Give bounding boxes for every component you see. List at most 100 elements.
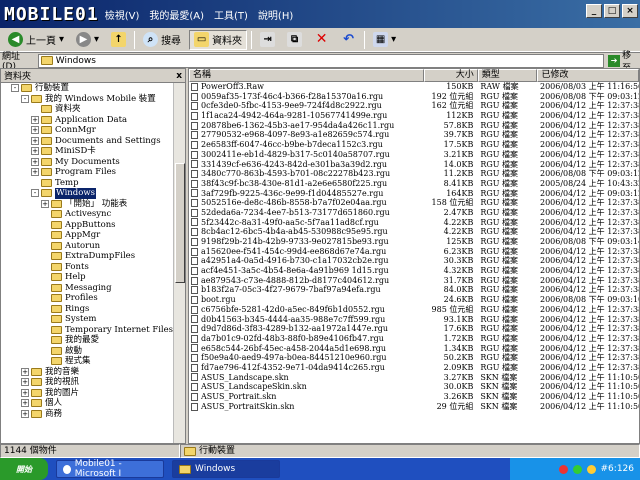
back-button[interactable]: ◀ 上一頁 ▾ <box>4 30 68 50</box>
folders-button[interactable]: ▭ 資料夾 <box>189 29 248 50</box>
tree-item[interactable]: Rings <box>1 304 185 315</box>
file-row[interactable]: 8cb4ac12-6bc5-4b4a-ab45-530988c95e95.rgu… <box>189 227 639 237</box>
file-row[interactable]: b183f2a7-05c3-4f27-9679-7baf97a94efa.rgu… <box>189 285 639 295</box>
file-row[interactable]: 1f1aca24-4942-464a-9281-10567741499e.rgu… <box>189 111 639 121</box>
file-row[interactable]: boot.rgu 24.6KB RGU 檔案 2006/08/08 下午 09:03:… <box>189 295 639 305</box>
delete-button[interactable]: ✕ <box>310 30 333 50</box>
tree-item[interactable]: Help <box>1 272 185 283</box>
taskbar-item-explorer[interactable]: Windows <box>172 460 280 478</box>
file-row[interactable]: 9198f29b-214b-42b9-9733-9e027815be93.rgu… <box>189 237 639 247</box>
close-button[interactable]: × <box>622 4 638 18</box>
tree-item[interactable]: Profiles <box>1 293 185 304</box>
address-field[interactable]: Windows <box>37 53 605 68</box>
file-row[interactable]: a15620ee-f541-454c-99d4-ee868d67e74a.rgu… <box>189 247 639 257</box>
tree-item[interactable]: - 我的 Windows Mobile 裝置 <box>1 94 185 105</box>
file-row[interactable]: f50e9a40-aed9-497a-b0ea-84451210e960.rgu… <box>189 353 639 363</box>
expand-toggle-icon[interactable]: + <box>31 168 39 177</box>
file-row[interactable]: ASUS_Landscape.skn 3.27KB SKN 檔案 2006/04/12… <box>189 373 639 383</box>
file-row[interactable]: 3af729fb-9225-436c-9e99-f1d04485527e.rgu… <box>189 189 639 199</box>
tree-item[interactable]: ExtraDumpFiles <box>1 251 185 262</box>
menu-help[interactable]: 說明(H) <box>258 7 293 22</box>
expand-toggle-icon[interactable]: + <box>31 147 39 156</box>
tree-item[interactable]: + Documents and Settings <box>1 136 185 147</box>
search-button[interactable]: ⌕ 搜尋 <box>139 30 185 50</box>
collapse-toggle-icon[interactable]: - <box>11 84 19 93</box>
expand-toggle-icon[interactable]: + <box>21 388 29 397</box>
forward-button[interactable]: ▶ ▾ <box>72 30 103 50</box>
tree-item[interactable]: AppMgr <box>1 230 185 241</box>
menu-favorites[interactable]: 我的最愛(A) <box>149 7 204 22</box>
file-row[interactable]: PowerOff3.Raw 150KB RAW 檔案 2006/08/03 上午 11… <box>189 82 639 92</box>
file-row[interactable]: ASUS_PortraitSkin.skn 29 位元組 SKN 檔案 2006/04… <box>189 402 639 412</box>
maximize-button[interactable]: □ <box>604 4 620 18</box>
tree-item[interactable]: Fonts <box>1 262 185 273</box>
file-row[interactable]: 27790532-e968-4097-8e93-a1e82659c574.rgu… <box>189 130 639 140</box>
tree-item[interactable]: + ConnMgr <box>1 125 185 136</box>
chevron-down-icon[interactable]: ▾ <box>59 34 64 45</box>
tree-item[interactable]: AppButtons <box>1 220 185 231</box>
tree-item[interactable]: + 我的音樂 <box>1 367 185 378</box>
close-pane-button[interactable]: x <box>176 71 182 81</box>
file-row[interactable]: c6756bfe-5281-42d0-a5ec-849f6b1d0552.rgu… <box>189 305 639 315</box>
tree-item[interactable]: + MiniSD卡 <box>1 146 185 157</box>
clock[interactable]: #6:126 <box>601 464 634 474</box>
menu-view[interactable]: 檢視(V) <box>105 7 140 22</box>
tree-item[interactable]: + Application Data <box>1 115 185 126</box>
collapse-toggle-icon[interactable]: - <box>31 189 39 198</box>
file-row[interactable]: 331439cf-e636-4243-842d-e301ba3a39d2.rgu… <box>189 160 639 170</box>
file-row[interactable]: 0cfe3de0-5fbc-4153-9ee9-724f4d8c2922.rgu… <box>189 101 639 111</box>
tree-scrollbar[interactable] <box>173 83 185 443</box>
column-size[interactable]: 大小 <box>423 69 478 82</box>
tree-item[interactable]: Messaging <box>1 283 185 294</box>
expand-toggle-icon[interactable]: + <box>31 115 39 124</box>
views-button[interactable]: ▦ ▾ <box>369 30 400 50</box>
file-row[interactable]: ae879543-c73e-4888-812b-d8177c404612.rgu… <box>189 276 639 286</box>
tree-item[interactable]: + 我的圖片 <box>1 388 185 399</box>
tray-icon[interactable] <box>558 464 568 474</box>
file-row[interactable]: 52deda6a-7234-4ee7-b513-73177d651860.rgu… <box>189 208 639 218</box>
tree-item[interactable]: + 「開始」 功能表 <box>1 199 185 210</box>
tree-item[interactable]: + My Documents <box>1 157 185 168</box>
tree-item[interactable]: + Program Files <box>1 167 185 178</box>
file-row[interactable]: 3480c770-863b-4593-b701-08c22278b423.rgu… <box>189 169 639 179</box>
move-to-button[interactable]: ⇥ <box>256 30 279 50</box>
expand-toggle-icon[interactable]: + <box>21 367 29 376</box>
expand-toggle-icon[interactable]: + <box>31 157 39 166</box>
column-name[interactable]: 名稱 <box>189 69 424 82</box>
file-row[interactable]: d0b41563-b345-4444-aa35-988e7c7ff599.rgu… <box>189 315 639 325</box>
file-row[interactable]: d9d7d86d-3f83-4289-b132-aa1972a1447e.rgu… <box>189 324 639 334</box>
start-button[interactable]: 開始 <box>0 458 48 480</box>
expand-toggle-icon[interactable]: + <box>21 399 29 408</box>
chevron-down-icon[interactable]: ▾ <box>391 34 396 45</box>
file-row[interactable]: 0059af35-173f-46c4-b366-f28a15370a16.rgu… <box>189 92 639 102</box>
file-row[interactable]: 2e6583ff-6047-46cc-b9be-b7deca1152c3.rgu… <box>189 140 639 150</box>
tree-item[interactable]: Temporary Internet Files <box>1 325 185 336</box>
column-modified[interactable]: 已修改 <box>537 69 639 82</box>
file-row[interactable]: 5052516e-de8c-486b-8558-b7a7f02e04aa.rgu… <box>189 198 639 208</box>
tree-item[interactable]: Autorun <box>1 241 185 252</box>
tree-item[interactable]: Temp <box>1 178 185 189</box>
tree-item[interactable]: - Windows <box>1 188 185 199</box>
file-row[interactable]: ASUS_Portrait.skn 3.26KB SKN 檔案 2006/04/12 … <box>189 392 639 402</box>
file-row[interactable]: acf4e451-3a5c-4b54-8e6a-4a91b969 1d15.rg… <box>189 266 639 276</box>
expand-toggle-icon[interactable]: + <box>31 136 39 145</box>
tree-item[interactable]: 我的最愛 <box>1 335 185 346</box>
scroll-thumb[interactable] <box>175 163 185 283</box>
expand-toggle-icon[interactable]: + <box>21 378 29 387</box>
collapse-toggle-icon[interactable]: - <box>21 94 29 103</box>
tree-item[interactable]: 程式集 <box>1 356 185 367</box>
file-row[interactable]: fd7ae796-412f-4352-9e71-04da9414c265.rgu… <box>189 363 639 373</box>
tree-item[interactable]: 啟動 <box>1 346 185 357</box>
tray-icon[interactable] <box>586 464 596 474</box>
menu-tools[interactable]: 工具(T) <box>214 7 248 22</box>
file-row[interactable]: ASUS_LandscapeSkin.skn 30.0KB SKN 檔案 2006/0… <box>189 382 639 392</box>
column-type[interactable]: 類型 <box>477 69 538 82</box>
expand-toggle-icon[interactable]: + <box>31 126 39 135</box>
copy-to-button[interactable]: ⧉ <box>283 30 306 50</box>
file-row[interactable]: 5f23442c-8a31-49f0-aa5c-5f7aa11ad8cf.rgu… <box>189 218 639 228</box>
undo-button[interactable]: ↶ <box>337 30 360 50</box>
tree-item[interactable]: + 個人 <box>1 398 185 409</box>
tree-item[interactable]: 資料夾 <box>1 104 185 115</box>
up-button[interactable]: ↑ <box>107 30 130 50</box>
tree-item[interactable]: - 行動裝置 <box>1 83 185 94</box>
